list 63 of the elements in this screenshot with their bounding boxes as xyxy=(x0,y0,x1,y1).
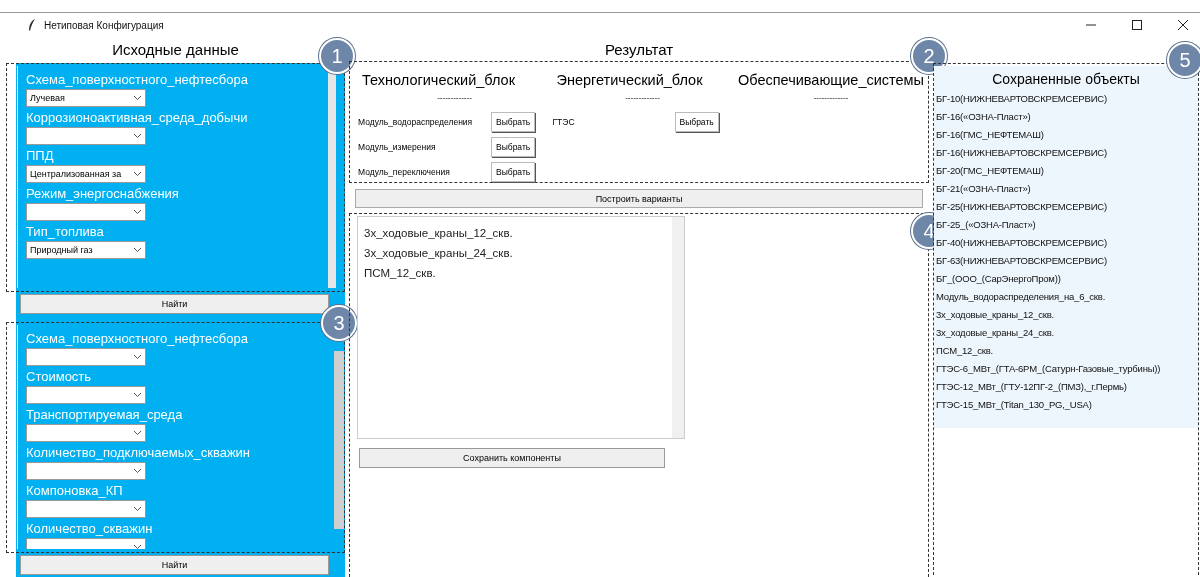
field-label: Количество_скважин xyxy=(26,520,154,538)
panel-heading: Сохраненные объекты xyxy=(991,70,1141,89)
number-badge: 1 xyxy=(319,38,355,74)
field-label: Схема_поверхностного_нефтесбора xyxy=(26,71,249,89)
saved-item[interactable]: ПСМ_12_скв. xyxy=(934,342,1198,360)
divider-text: ------------- xyxy=(436,93,473,103)
field-label: Транспортируемая_среда xyxy=(26,406,184,424)
saved-item[interactable]: БГ-16(«ОЗНА-Пласт») xyxy=(934,108,1198,126)
dropdown-value: Лучевая xyxy=(29,93,66,103)
list-item[interactable]: ПСМ_12_скв. xyxy=(364,263,672,283)
build-variants-button[interactable]: Построить варианты xyxy=(355,189,923,208)
saved-item[interactable]: БГ-63(НИЖНЕВАРТОВСКРЕМСЕРВИС) xyxy=(934,252,1198,270)
dropdown[interactable]: Централизованная за xyxy=(26,165,146,183)
select-button[interactable]: Выбрать xyxy=(491,111,536,132)
saved-item[interactable]: ГТЭС-12_МВт_(ГТУ-12ПГ-2_(ПМЗ),_г.Пермь) xyxy=(934,378,1198,396)
saved-item[interactable]: ГТЭС-6_МВт_(ГТА-6РМ_(Сатурн-Газовые_турбины)) xyxy=(934,360,1198,378)
dropdown[interactable]: Природный газ xyxy=(26,241,146,259)
field-label: Режим_энергоснабжения xyxy=(26,185,180,203)
saved-item[interactable]: БГ-20(ГМС_НЕФТЕМАШ) xyxy=(934,162,1198,180)
saved-item[interactable]: 3х_ходовые_краны_24_скв. xyxy=(934,324,1198,342)
field-label: Стоимость xyxy=(26,368,93,386)
window-title: Нетиповая Конфигурация xyxy=(44,19,164,31)
module-label: ГТЭС xyxy=(552,116,576,127)
field-label: ППД xyxy=(26,147,55,165)
saved-item[interactable]: 3х_ходовые_краны_12_скв. xyxy=(934,306,1198,324)
section-heading: Результат xyxy=(604,40,674,60)
list-item[interactable]: 3х_ходовые_краны_24_скв. xyxy=(364,243,672,263)
number-badge: 2 xyxy=(911,38,947,74)
save-components-button[interactable]: Сохранить компоненты xyxy=(359,448,665,468)
field-label: Схема_поверхностного_нефтесбора xyxy=(26,330,249,348)
column-heading: Технологический_блок xyxy=(362,71,517,90)
select-button[interactable]: Выбрать xyxy=(491,136,536,157)
dropdown-value: Централизованная за xyxy=(29,169,123,179)
field-label: Коррозионоактивная_среда_добычи xyxy=(26,109,249,127)
saved-item[interactable]: БГ-10(НИЖНЕВАРТОВСКРЕМСЕРВИС) xyxy=(934,90,1198,108)
variants-list[interactable]: 3х_ходовые_краны_12_скв. 3х_ходовые_краны_24_скв. ПСМ_12_скв. xyxy=(357,216,685,439)
field-label: Тип_топлива xyxy=(26,223,105,241)
module-label: Модуль_водораспределения xyxy=(358,116,474,127)
field-label: Компоновка_КП xyxy=(26,482,124,500)
list-item[interactable]: 3х_ходовые_краны_12_скв. xyxy=(364,223,672,243)
select-button[interactable]: Выбрать xyxy=(491,161,536,182)
find-button[interactable]: Найти xyxy=(20,555,329,575)
section-heading: Исходные данные xyxy=(112,40,239,60)
dropdown[interactable]: Лучевая xyxy=(26,89,146,107)
divider-text: ------------- xyxy=(812,93,850,103)
saved-item[interactable]: БГ-25(НИЖНЕВАРТОВСКРЕМСЕРВИС) xyxy=(934,198,1198,216)
column-heading: Энергетический_блок xyxy=(556,71,704,90)
number-badge: 3 xyxy=(321,305,357,341)
saved-item[interactable]: БГ-16(НИЖНЕВАРТОВСКРЕМСЕРВИС) xyxy=(934,144,1198,162)
module-label: Модуль_измерения xyxy=(358,141,437,152)
find-button[interactable]: Найти xyxy=(20,294,329,314)
select-button[interactable]: Выбрать xyxy=(674,111,719,132)
saved-item[interactable]: БГ_(ООО_(СарЭнергоПром)) xyxy=(934,270,1198,288)
number-badge: 5 xyxy=(1167,42,1200,78)
saved-item[interactable]: ГТЭС-15_МВт_(Titan_130_PG,_USA) xyxy=(934,396,1198,414)
saved-item[interactable]: БГ-21(«ОЗНА-Пласт») xyxy=(934,180,1198,198)
module-label: Модуль_переключения xyxy=(358,166,451,177)
divider-text: ------------- xyxy=(624,93,661,103)
field-label: Количество_подключаемых_скважин xyxy=(26,444,252,462)
saved-item[interactable]: БГ-16(ГМС_НЕФТЕМАШ) xyxy=(934,126,1198,144)
saved-item[interactable]: Модуль_водораспределения_на_6_скв. xyxy=(934,288,1198,306)
column-heading: Обеспечивающие_системы xyxy=(738,71,924,90)
dropdown-value: Природный газ xyxy=(29,245,94,255)
